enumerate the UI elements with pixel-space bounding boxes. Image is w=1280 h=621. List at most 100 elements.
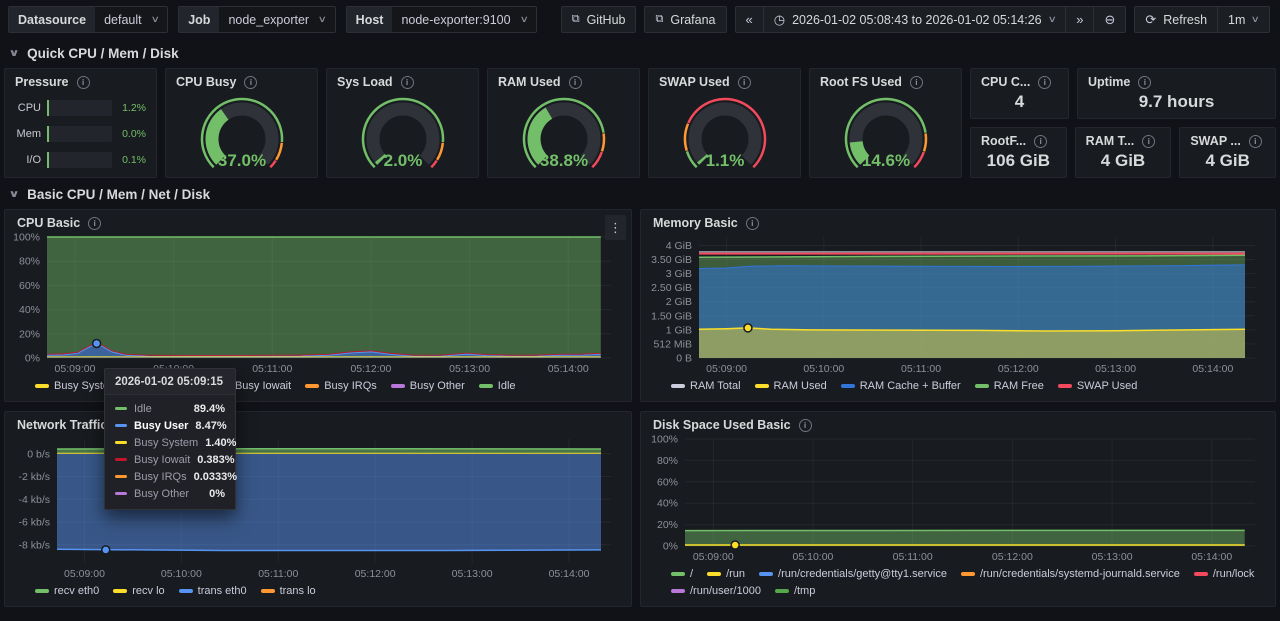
- legend-item[interactable]: RAM Cache + Buffer: [841, 378, 961, 394]
- refresh-button[interactable]: ⟳ Refresh: [1135, 7, 1217, 32]
- legend-item[interactable]: /run: [707, 566, 745, 582]
- variable-value-text: node_exporter: [228, 13, 309, 27]
- svg-text:05:14:00: 05:14:00: [1191, 551, 1232, 563]
- double-chevron-left-icon: «: [746, 13, 753, 26]
- legend-item[interactable]: /run/user/1000: [671, 583, 761, 599]
- variable-datasource[interactable]: Datasourcedefault∨: [8, 6, 168, 33]
- legend-color-dash: [35, 384, 49, 388]
- stat-value: 4 GiB: [1076, 148, 1171, 177]
- pressure-row-value: 1.2%: [118, 102, 146, 114]
- clock-icon: ◷: [774, 13, 785, 26]
- info-icon[interactable]: i: [738, 76, 751, 89]
- link-button-grafana[interactable]: ⧉Grafana: [644, 6, 726, 33]
- pressure-bar: [47, 126, 112, 142]
- legend-item[interactable]: RAM Free: [975, 378, 1044, 394]
- double-chevron-right-icon: »: [1076, 13, 1083, 26]
- pressure-bar-fill: [47, 152, 49, 168]
- svg-text:40%: 40%: [19, 304, 40, 316]
- svg-text:38.8%: 38.8%: [539, 151, 587, 170]
- link-button-github[interactable]: ⧉GitHub: [561, 6, 637, 33]
- legend-item[interactable]: trans eth0: [179, 583, 247, 599]
- svg-text:3 GiB: 3 GiB: [666, 268, 692, 280]
- info-icon[interactable]: i: [77, 76, 90, 89]
- svg-text:05:13:00: 05:13:00: [449, 363, 490, 375]
- panel-title: RAM T...: [1086, 134, 1135, 148]
- series-color-dash: [115, 407, 127, 410]
- legend-item[interactable]: RAM Used: [755, 378, 827, 394]
- svg-text:05:11:00: 05:11:00: [893, 551, 933, 563]
- legend-item[interactable]: Busy IRQs: [305, 378, 377, 394]
- variable-value[interactable]: default∨: [95, 7, 167, 32]
- cpu-basic-plot[interactable]: 100%80%60%40%20%0%05:09:0005:10:0005:11:…: [13, 230, 623, 377]
- panel-menu-button[interactable]: ⋮: [605, 215, 626, 240]
- info-icon[interactable]: i: [244, 76, 257, 89]
- tooltip-timestamp: 2026-01-02 05:09:15: [105, 369, 235, 395]
- memory-basic-plot[interactable]: 4 GiB3.50 GiB3 GiB2.50 GiB2 GiB1.50 GiB1…: [649, 230, 1267, 377]
- info-icon[interactable]: i: [1249, 135, 1262, 148]
- legend-item[interactable]: /: [671, 566, 693, 582]
- legend-label: /run: [726, 566, 745, 582]
- zoom-out-button[interactable]: ⊖: [1093, 7, 1125, 32]
- info-icon[interactable]: i: [1138, 76, 1151, 89]
- external-link-icon: ⧉: [655, 14, 663, 25]
- panel-title: SWAP ...: [1190, 134, 1240, 148]
- panel-title: Uptime: [1088, 75, 1130, 89]
- pressure-bar-fill: [47, 126, 49, 142]
- legend-color-dash: [961, 572, 975, 576]
- tooltip-series-label: Busy Other: [134, 488, 202, 500]
- tooltip-series-value: 89.4%: [194, 403, 225, 415]
- info-icon[interactable]: i: [88, 217, 101, 230]
- series-color-dash: [115, 441, 127, 444]
- refresh-interval-value: 1m: [1228, 13, 1245, 27]
- legend-label: /run/credentials/systemd-journald.servic…: [980, 566, 1180, 582]
- info-icon[interactable]: i: [799, 419, 812, 432]
- gauge-panel-sys-load: Sys Loadi2.0%: [326, 68, 479, 178]
- legend-item[interactable]: /run/credentials/getty@tty1.service: [759, 566, 947, 582]
- legend-item[interactable]: Busy Other: [391, 378, 465, 394]
- legend-item[interactable]: RAM Total: [671, 378, 741, 394]
- legend-item[interactable]: trans lo: [261, 583, 316, 599]
- time-range-button[interactable]: ◷ 2026-01-02 05:08:43 to 2026-01-02 05:1…: [763, 7, 1065, 32]
- svg-text:3.50 GiB: 3.50 GiB: [651, 254, 692, 266]
- chevron-down-icon: ∨: [519, 15, 528, 24]
- legend-item[interactable]: recv eth0: [35, 583, 99, 599]
- section-title: Quick CPU / Mem / Disk: [27, 46, 179, 61]
- time-shift-back-button[interactable]: «: [736, 7, 763, 32]
- legend-item[interactable]: /run/credentials/systemd-journald.servic…: [961, 566, 1180, 582]
- refresh-interval-dropdown[interactable]: 1m ∨: [1217, 7, 1269, 32]
- info-icon[interactable]: i: [401, 76, 414, 89]
- info-icon[interactable]: i: [1142, 135, 1155, 148]
- info-icon[interactable]: i: [1034, 135, 1047, 148]
- variable-label: Host: [347, 7, 393, 32]
- variable-value[interactable]: node_exporter∨: [219, 7, 334, 32]
- series-color-dash: [115, 424, 127, 427]
- panel-title: Pressure: [15, 75, 69, 89]
- legend-item[interactable]: Idle: [479, 378, 516, 394]
- info-icon[interactable]: i: [910, 76, 923, 89]
- legend-item[interactable]: /run/lock: [1194, 566, 1255, 582]
- section-quick-cpu-mem-disk[interactable]: ∨ Quick CPU / Mem / Disk: [0, 37, 1280, 68]
- legend-item[interactable]: SWAP Used: [1058, 378, 1138, 394]
- disk-space-used-basic-plot[interactable]: 100%80%60%40%20%0%05:09:0005:10:0005:11:…: [649, 432, 1267, 565]
- svg-text:05:10:00: 05:10:00: [803, 363, 844, 375]
- section-basic-cpu-mem-net-disk[interactable]: ∨ Basic CPU / Mem / Net / Disk: [0, 178, 1280, 209]
- info-icon[interactable]: i: [1038, 76, 1051, 89]
- stat-value: 9.7 hours: [1078, 89, 1275, 118]
- legend-label: trans lo: [280, 583, 316, 599]
- stat-value: 106 GiB: [971, 148, 1066, 177]
- time-shift-forward-button[interactable]: »: [1065, 7, 1093, 32]
- svg-text:20%: 20%: [657, 519, 678, 531]
- memory-basic-legend: RAM Total RAM Used RAM Cache + Buffer RAM F…: [649, 377, 1267, 397]
- info-icon[interactable]: i: [569, 76, 582, 89]
- legend-color-dash: [975, 384, 989, 388]
- variable-value-text: default: [104, 13, 142, 27]
- variable-job[interactable]: Jobnode_exporter∨: [178, 6, 335, 33]
- legend-label: recv lo: [132, 583, 164, 599]
- variable-host[interactable]: Hostnode-exporter:9100∨: [346, 6, 537, 33]
- legend-item[interactable]: /tmp: [775, 583, 815, 599]
- info-icon[interactable]: i: [746, 217, 759, 230]
- legend-item[interactable]: recv lo: [113, 583, 164, 599]
- legend-color-dash: [179, 589, 193, 593]
- legend-label: SWAP Used: [1077, 378, 1138, 394]
- variable-value[interactable]: node-exporter:9100∨: [392, 7, 536, 32]
